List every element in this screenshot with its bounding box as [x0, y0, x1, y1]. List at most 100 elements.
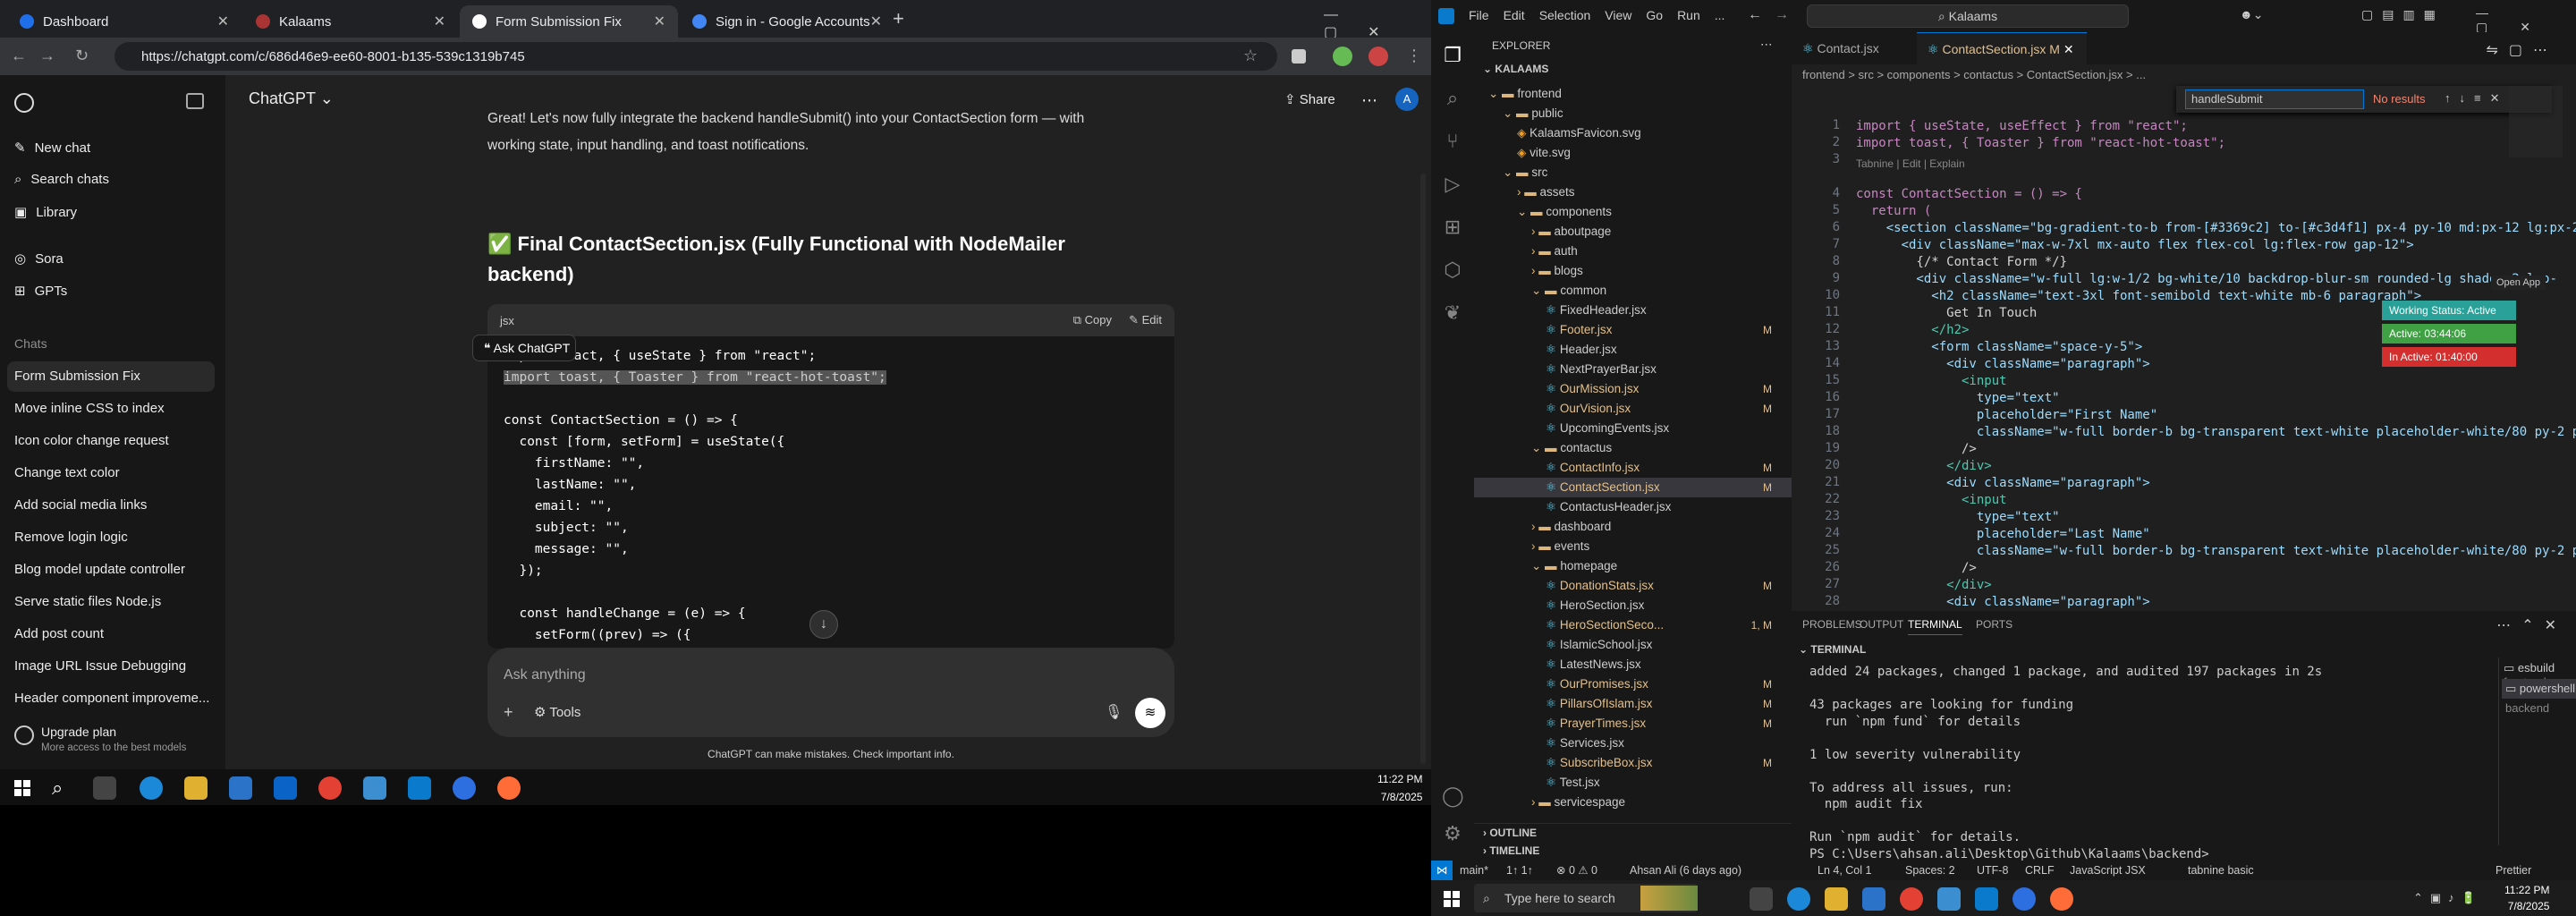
git-branch[interactable]: main*	[1460, 861, 1488, 880]
remote-indicator-icon[interactable]: ⋈	[1431, 861, 1453, 880]
chat-history-item[interactable]: Change text color	[14, 465, 120, 480]
menu-dots-icon[interactable]: ⋮	[1406, 47, 1422, 65]
tree-file[interactable]: ⚛ Services.jsx	[1474, 734, 1792, 753]
tree-folder[interactable]: › ▬ blogs	[1474, 261, 1792, 281]
mongodb-icon[interactable]: ❦	[1442, 302, 1463, 324]
menu-item[interactable]: View	[1605, 8, 1631, 22]
task-view-icon[interactable]	[1750, 887, 1773, 911]
gpts-button[interactable]: ⊞ GPTs	[14, 283, 67, 300]
library-button[interactable]: ▣ Library	[14, 204, 77, 221]
taskbar-search[interactable]: ⌕ Type here to search	[1474, 884, 1698, 912]
scrollbar[interactable]	[1420, 174, 1426, 764]
tab-dashboard[interactable]: Dashboard ✕	[7, 5, 242, 38]
tree-folder[interactable]: › ▬ events	[1474, 537, 1792, 556]
avatar[interactable]: A	[1395, 88, 1419, 111]
tree-file[interactable]: ◈ vite.svg	[1474, 143, 1792, 163]
chat-history-item[interactable]: Blog model update controller	[14, 562, 185, 577]
tree-file[interactable]: ⚛ OurMission.jsx M	[1474, 379, 1792, 399]
prettier-status[interactable]: Prettier	[2496, 861, 2531, 880]
tree-file[interactable]: ⚛ UpcomingEvents.jsx	[1474, 419, 1792, 438]
copy-button[interactable]: ⧉ Copy	[1073, 313, 1112, 327]
tree-file[interactable]: ⚛ DonationStats.jsx M	[1474, 576, 1792, 596]
language-mode[interactable]: JavaScript JSX	[2070, 861, 2146, 880]
tree-folder[interactable]: ⌄ ▬ public	[1474, 104, 1792, 123]
close-icon[interactable]: ✕	[870, 13, 882, 30]
find-nav-icons[interactable]: ↑↓≡✕	[2445, 91, 2508, 106]
git-blame[interactable]: Ahsan Ali (6 days ago)	[1630, 861, 1741, 880]
more-icon[interactable]: ⋯	[1760, 38, 1773, 52]
scroll-down-icon[interactable]: ↓	[809, 610, 838, 639]
tab-contact[interactable]: ⚛ Contact.jsx	[1792, 32, 1917, 64]
layout-icons[interactable]: ▢▤▥▦	[2361, 7, 2445, 22]
tree-file[interactable]: ⚛ Footer.jsx M	[1474, 320, 1792, 340]
tree-folder[interactable]: › ▬ servicespage	[1474, 793, 1792, 812]
tools-button[interactable]: ⚙ Tools	[534, 704, 580, 720]
tree-file[interactable]: ◈ KalaamsFavicon.svg	[1474, 123, 1792, 143]
command-center[interactable]: ⌕ Kalaams	[1807, 4, 2129, 28]
chrome-icon[interactable]	[318, 776, 342, 800]
tree-file[interactable]: ⚛ HeroSectionSeco... 1, M	[1474, 615, 1792, 635]
copilot-icon[interactable]: ☻⌄	[2240, 7, 2263, 22]
windows-start-icon[interactable]	[1444, 891, 1460, 907]
windows-start-icon[interactable]	[14, 780, 30, 796]
tree-folder[interactable]: ⌄ ▬ src	[1474, 163, 1792, 182]
chat-history-item[interactable]: Move inline CSS to index	[14, 401, 165, 416]
app-icon[interactable]	[363, 776, 386, 800]
tree-file[interactable]: ⚛ HeroSection.jsx	[1474, 596, 1792, 615]
chat-history-item[interactable]: Add post count	[14, 626, 104, 641]
chat-history-item[interactable]: Serve static files Node.js	[14, 594, 161, 609]
new-tab-icon[interactable]: +	[893, 7, 904, 30]
search-icon[interactable]: ⌕	[1442, 88, 1463, 109]
tabnine-status[interactable]: tabnine basic	[2188, 861, 2254, 880]
tree-file[interactable]: ⚛ FixedHeader.jsx	[1474, 301, 1792, 320]
close-icon[interactable]: ✕	[2063, 42, 2074, 56]
vscode-icon[interactable]	[1975, 887, 1998, 911]
chat-history-item[interactable]: Add social media links	[14, 497, 147, 513]
window-controls[interactable]: —▢✕	[2476, 5, 2576, 35]
postman-icon[interactable]	[2050, 887, 2073, 911]
extensions-icon[interactable]: ⊞	[1442, 216, 1463, 238]
encoding[interactable]: UTF-8	[1977, 861, 2008, 880]
zoom-icon[interactable]	[453, 776, 476, 800]
tree-folder[interactable]: ⌄ ▬ components	[1474, 202, 1792, 222]
openai-logo-icon[interactable]	[14, 93, 34, 113]
ask-chatgpt-tooltip[interactable]: ❝ Ask ChatGPT	[472, 335, 576, 361]
chat-history-item[interactable]: Icon color change request	[14, 433, 169, 448]
window-controls[interactable]: —▢✕	[1324, 7, 1431, 41]
profile2-icon[interactable]	[1368, 47, 1388, 66]
remote-icon[interactable]: ⬡	[1442, 259, 1463, 281]
minimap[interactable]	[2509, 86, 2563, 157]
store-icon[interactable]	[229, 776, 252, 800]
mic-icon[interactable]: 🎙	[1105, 703, 1123, 721]
panel-tab[interactable]: PORTS	[1976, 618, 2012, 631]
chat-history-item[interactable]: Remove login logic	[14, 530, 128, 545]
vscode-icon[interactable]	[408, 776, 431, 800]
message-input[interactable]: Ask anything	[504, 667, 586, 683]
open-app-button[interactable]: Open App	[2491, 276, 2546, 290]
tree-file[interactable]: ⚛ ContactSection.jsx M	[1474, 478, 1792, 497]
share-button[interactable]: ⇪ Share	[1284, 91, 1335, 107]
system-tray-icons[interactable]: ⌃▣♪🔋	[2413, 891, 2483, 905]
close-icon[interactable]: ✕	[654, 13, 665, 30]
search-icon[interactable]: ⌕	[52, 776, 63, 800]
chat-history-item[interactable]: Image URL Issue Debugging	[14, 658, 186, 674]
file-explorer-icon[interactable]	[1825, 887, 1848, 911]
tree-folder[interactable]: ⌄ ▬ homepage	[1474, 556, 1792, 576]
model-selector[interactable]: ChatGPT ⌄	[249, 89, 334, 108]
menu-item[interactable]: Go	[1646, 8, 1663, 22]
tree-file[interactable]: ⚛ LatestNews.jsx	[1474, 655, 1792, 674]
app-icon[interactable]	[1937, 887, 1961, 911]
store-icon[interactable]	[1862, 887, 1885, 911]
postman-icon[interactable]	[497, 776, 521, 800]
menu-item[interactable]: ...	[1715, 8, 1725, 22]
tree-file[interactable]: ⚛ ContactusHeader.jsx	[1474, 497, 1792, 517]
explorer-icon[interactable]: ❐	[1442, 45, 1463, 66]
close-icon[interactable]: ✕	[434, 13, 445, 30]
terminal-list-powershell[interactable]: ▭ powershell backend	[2502, 679, 2576, 715]
voice-mode-icon[interactable]: ≋	[1135, 698, 1165, 728]
tree-file[interactable]: ⚛ OurPromises.jsx M	[1474, 674, 1792, 694]
settings-gear-icon[interactable]: ⚙	[1442, 823, 1463, 844]
tree-file[interactable]: ⚛ PillarsOfIslam.jsx M	[1474, 694, 1792, 714]
forward-icon[interactable]: →	[1775, 7, 1789, 23]
tab-contactsection[interactable]: ⚛ ContactSection.jsx M ✕	[1917, 32, 2087, 64]
